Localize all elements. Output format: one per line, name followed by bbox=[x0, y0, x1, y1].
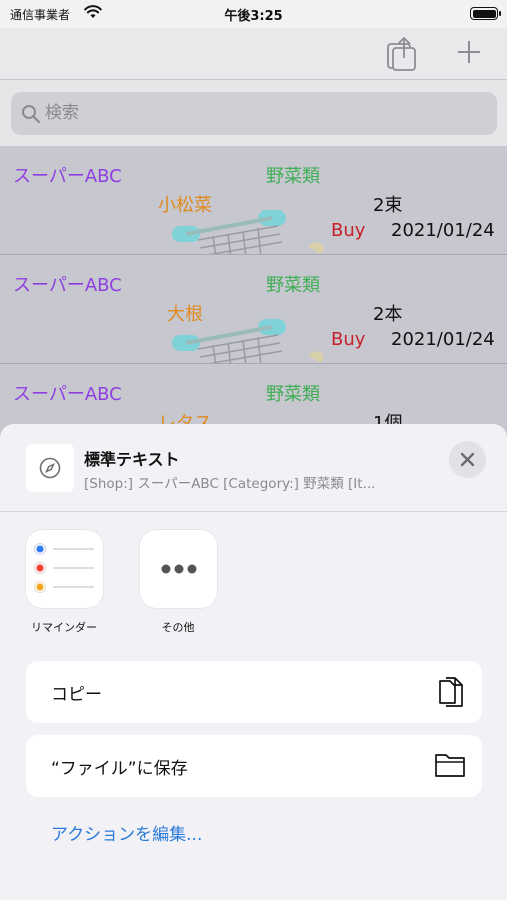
sheet-title: 標準テキスト bbox=[84, 450, 180, 469]
category-label: 野菜類 bbox=[266, 166, 320, 187]
category-label: 野菜類 bbox=[266, 384, 320, 405]
search-field[interactable] bbox=[11, 92, 497, 135]
edit-actions-link[interactable]: アクションを編集... bbox=[51, 820, 202, 845]
app-more[interactable]: その他 bbox=[133, 530, 223, 640]
save-to-files-action[interactable]: “ファイル”に保存 bbox=[26, 735, 482, 797]
buy-label: Buy bbox=[331, 329, 366, 350]
status-time: 午後3:25 bbox=[224, 9, 283, 24]
item-label: 大根 bbox=[167, 304, 203, 325]
action-label: コピー bbox=[51, 685, 102, 705]
search-icon bbox=[22, 105, 41, 124]
nav-bar bbox=[0, 28, 507, 80]
share-apps-row: リマインダー その他 bbox=[0, 530, 507, 640]
status-bar: 通信事業者 午後3:25 bbox=[0, 0, 507, 28]
date-label: 2021/01/24 bbox=[391, 220, 495, 241]
share-sheet: 標準テキスト [Shop:] スーパーABC [Category:] 野菜類 [… bbox=[0, 424, 507, 900]
copy-icon bbox=[439, 677, 463, 707]
search-input[interactable] bbox=[45, 100, 465, 126]
quantity-label: 2本 bbox=[373, 304, 403, 325]
buy-label: Buy bbox=[331, 220, 366, 241]
close-button[interactable] bbox=[449, 441, 486, 478]
copy-action[interactable]: コピー bbox=[26, 661, 482, 723]
reminders-icon[interactable] bbox=[26, 530, 103, 608]
document-thumbnail bbox=[26, 444, 74, 492]
search-bar bbox=[0, 80, 507, 146]
app-label: リマインダー bbox=[31, 621, 97, 634]
plus-icon[interactable] bbox=[455, 38, 483, 66]
sheet-subtitle: [Shop:] スーパーABC [Category:] 野菜類 [It... bbox=[84, 476, 376, 492]
app-label: その他 bbox=[161, 621, 195, 634]
action-label: “ファイル”に保存 bbox=[51, 759, 188, 779]
app-reminders[interactable]: リマインダー bbox=[19, 530, 109, 640]
shop-label: スーパーABC bbox=[13, 275, 122, 296]
battery-icon bbox=[470, 7, 501, 20]
compass-icon bbox=[39, 457, 61, 479]
list-item[interactable]: スーパーABC 野菜類 大根 2本 Buy 2021/01/24 bbox=[0, 255, 507, 364]
close-icon bbox=[460, 452, 475, 467]
date-label: 2021/01/24 bbox=[391, 329, 495, 350]
shopping-list: スーパーABC 野菜類 小松菜 2束 Buy 2021/01/24 スーパーAB… bbox=[0, 146, 507, 446]
share-sheet-header: 標準テキスト [Shop:] スーパーABC [Category:] 野菜類 [… bbox=[0, 424, 507, 512]
shop-label: スーパーABC bbox=[13, 166, 122, 187]
category-label: 野菜類 bbox=[266, 275, 320, 296]
shop-label: スーパーABC bbox=[13, 384, 122, 405]
list-item[interactable]: スーパーABC 野菜類 小松菜 2束 Buy 2021/01/24 bbox=[0, 146, 507, 255]
share-icon[interactable] bbox=[384, 34, 420, 72]
quantity-label: 2束 bbox=[373, 195, 403, 216]
more-icon[interactable] bbox=[140, 530, 217, 608]
folder-icon bbox=[435, 754, 465, 777]
item-label: 小松菜 bbox=[158, 195, 212, 216]
